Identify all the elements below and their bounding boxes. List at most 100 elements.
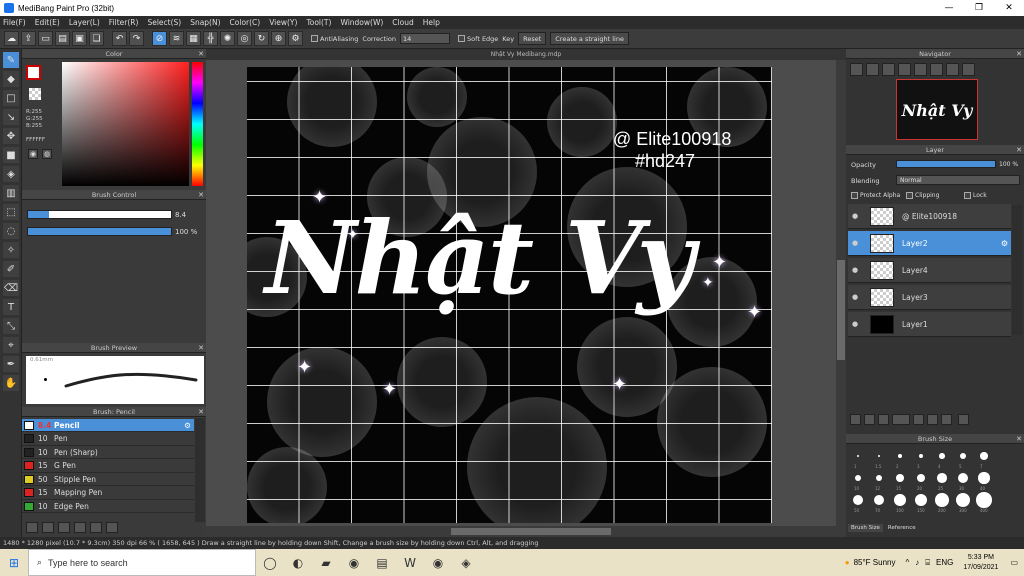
add-brush-icon[interactable]: [26, 521, 38, 533]
snap-radial-icon[interactable]: ✺: [220, 31, 235, 46]
layer-icon[interactable]: ❏: [89, 31, 104, 46]
brush-size-preset[interactable]: [957, 472, 969, 484]
redo-icon[interactable]: ↷: [129, 31, 144, 46]
task-view-icon[interactable]: ◯: [256, 549, 284, 576]
brush-list-item[interactable]: 8.4 Pencil ⚙: [22, 419, 194, 432]
brush-list-item[interactable]: 15 G Pen: [22, 459, 194, 473]
speaker-icon[interactable]: ♪: [915, 558, 919, 567]
store-icon[interactable]: ▤: [368, 549, 396, 576]
add-layer-menu-icon[interactable]: [892, 413, 910, 425]
vertical-scroll-thumb[interactable]: [837, 260, 845, 360]
secondary-color-swatch[interactable]: [29, 88, 41, 100]
edge-icon[interactable]: ◐: [284, 549, 312, 576]
eyedropper-icon[interactable]: ⌖: [3, 337, 19, 353]
layer-opacity-slider[interactable]: [896, 160, 996, 168]
soft-edge-checkbox[interactable]: [458, 35, 466, 42]
brush-size-preset[interactable]: [976, 492, 992, 508]
menu-select[interactable]: Select(S): [147, 18, 181, 27]
select-tool-icon[interactable]: ⬚: [3, 204, 19, 220]
menu-edit[interactable]: Edit(E): [35, 18, 60, 27]
brush-size-preset[interactable]: [918, 453, 924, 459]
correction-select[interactable]: 14: [400, 33, 451, 44]
maximize-button[interactable]: ❐: [964, 0, 994, 16]
chrome-icon[interactable]: ◉: [340, 549, 368, 576]
notification-icon[interactable]: ▭: [1010, 558, 1018, 567]
saturation-value-picker[interactable]: [62, 62, 189, 186]
snap-cross-icon[interactable]: ╬: [203, 31, 218, 46]
menu-filter[interactable]: Filter(R): [109, 18, 139, 27]
layer-row[interactable]: ● Layer2 ⚙: [848, 231, 1011, 256]
folder-icon[interactable]: [74, 521, 86, 533]
layer-row[interactable]: ● Layer1: [848, 312, 1011, 337]
rotate-right-icon[interactable]: [930, 63, 943, 76]
chrome-alt-icon[interactable]: ◉: [424, 549, 452, 576]
close-button[interactable]: ✕: [994, 0, 1024, 16]
gear-icon[interactable]: ⚙: [184, 421, 191, 430]
layer-settings-gear-icon[interactable]: ⚙: [1001, 239, 1008, 248]
brush-size-preset[interactable]: [955, 492, 971, 508]
brush-size-preset[interactable]: [914, 493, 928, 507]
comment-icon[interactable]: ▭: [38, 31, 53, 46]
menu-color[interactable]: Color(C): [230, 18, 261, 27]
antialiasing-checkbox[interactable]: [311, 35, 318, 42]
fit-icon[interactable]: [882, 63, 895, 76]
flip-icon[interactable]: [962, 63, 975, 76]
clock[interactable]: 5:33 PM 17/09/2021: [963, 553, 998, 573]
text-tool-icon[interactable]: T: [3, 299, 19, 315]
zoom-in-icon[interactable]: [850, 63, 863, 76]
brush-list-item[interactable]: 10 Pen (Sharp): [22, 446, 194, 459]
reset-button[interactable]: Reset: [518, 32, 547, 45]
merge-layer-icon[interactable]: [941, 413, 952, 425]
navigator-thumbnail[interactable]: Nhật Vy: [896, 79, 978, 140]
minimize-button[interactable]: —: [934, 0, 964, 16]
network-icon[interactable]: ⌸: [925, 558, 930, 568]
artwork-canvas[interactable]: @ Elite100918 #hd247 Nhật Vy ✦ ✦ ✦ ✦ ✦ ✦…: [247, 67, 772, 523]
menu-layer[interactable]: Layer(L): [69, 18, 100, 27]
menu-window[interactable]: Window(W): [340, 18, 383, 27]
brush-opacity-slider[interactable]: [27, 227, 172, 236]
brush-size-preset[interactable]: [916, 473, 926, 483]
snap-settings-icon[interactable]: ⚙: [288, 31, 303, 46]
blending-select[interactable]: Normal: [896, 175, 1020, 185]
protect-alpha-toggle[interactable]: Protect Alpha: [851, 192, 900, 199]
divide-tool-icon[interactable]: ⤡: [3, 318, 19, 334]
panel-close-icon[interactable]: ✕: [1016, 145, 1022, 155]
brush-size-preset[interactable]: [937, 473, 947, 483]
gradient-tool-icon[interactable]: ▥: [3, 185, 19, 201]
clipping-toggle[interactable]: Clipping: [906, 192, 939, 199]
snap-parallel-icon[interactable]: ≋: [169, 31, 184, 46]
lasso-tool-icon[interactable]: ◌: [3, 223, 19, 239]
brush-size-preset[interactable]: [857, 455, 859, 457]
brush-size-preset[interactable]: [959, 452, 967, 460]
edit-brush-icon[interactable]: [58, 521, 70, 533]
brush-size-preset[interactable]: [898, 454, 902, 458]
taskbar-search[interactable]: ⌕ Type here to search: [28, 549, 256, 576]
pen-tool-icon[interactable]: ✒: [3, 356, 19, 372]
cloud-icon[interactable]: ☁: [4, 31, 19, 46]
panel-close-icon[interactable]: ✕: [1016, 49, 1022, 59]
zoom-out-icon[interactable]: [866, 63, 879, 76]
visibility-eye-icon[interactable]: ●: [850, 239, 860, 247]
brush-size-preset[interactable]: [980, 452, 988, 460]
windows-start-icon[interactable]: ⊞: [0, 549, 28, 576]
horizontal-scroll-thumb[interactable]: [451, 528, 611, 535]
palette-icon[interactable]: ◉: [28, 149, 38, 159]
brush-size-preset[interactable]: [875, 474, 883, 482]
layer-row[interactable]: ● @ Elite100918: [848, 204, 1011, 229]
dot-tool-icon[interactable]: □: [3, 90, 19, 106]
layer-row[interactable]: ● Layer4: [848, 258, 1011, 283]
new-brush-icon[interactable]: [42, 521, 54, 533]
menu-snap[interactable]: Snap(N): [190, 18, 220, 27]
brush-list-item[interactable]: 15 Mapping Pen: [22, 486, 194, 500]
brush-tool-icon[interactable]: ✎: [3, 52, 19, 68]
brush-list-item[interactable]: 10 Edge Pen: [22, 500, 194, 513]
brush-size-preset[interactable]: [853, 495, 863, 505]
menu-help[interactable]: Help: [423, 18, 440, 27]
panel-close-icon[interactable]: ✕: [198, 190, 204, 200]
visibility-eye-icon[interactable]: ●: [850, 293, 860, 301]
fill-tool-icon[interactable]: ◈: [3, 166, 19, 182]
brush-list-item[interactable]: 50 Stipple Pen: [22, 473, 194, 486]
brush-size-preset[interactable]: [855, 475, 861, 481]
panel-close-icon[interactable]: ✕: [198, 343, 204, 353]
brush-size-slider[interactable]: [27, 210, 172, 219]
